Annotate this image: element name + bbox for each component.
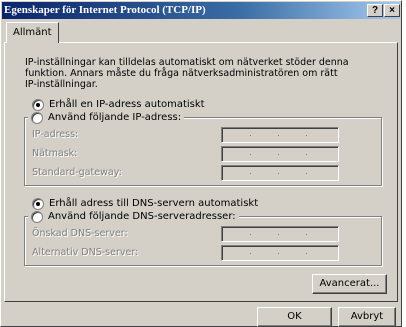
ip-address-field[interactable] (221, 127, 339, 143)
dns-auto-radio[interactable] (32, 197, 44, 210)
ip-address-label: IP-adress: (32, 129, 79, 140)
dns-manual-radio[interactable] (31, 210, 43, 223)
dns-auto-option[interactable]: Erhåll adress till DNS-servern automatis… (32, 197, 258, 210)
preferred-dns-label: Önskad DNS-server: (32, 228, 128, 239)
preferred-dns-field[interactable] (221, 226, 339, 242)
ip-manual-label: Använd följande IP-adress: (48, 112, 182, 123)
alternate-dns-label: Alternativ DNS-server: (32, 247, 139, 258)
subnet-mask-label: Nätmask: (32, 148, 78, 159)
advanced-button[interactable]: Avancerat... (312, 274, 387, 294)
default-gateway-field[interactable] (221, 165, 339, 181)
dns-manual-label: Använd följande DNS-serveradresser: (48, 211, 236, 222)
help-button[interactable]: ? (367, 4, 383, 17)
close-button[interactable]: × (384, 4, 400, 17)
ip-auto-label: Erhåll en IP-adress automatiskt (49, 99, 205, 110)
alternate-dns-field[interactable] (221, 245, 339, 261)
intro-text: IP-inställningar kan tilldelas automatis… (25, 57, 355, 90)
tcpip-properties-dialog: Egenskaper för Internet Protocol (TCP/IP… (0, 0, 402, 327)
dns-auto-label: Erhåll adress till DNS-servern automatis… (49, 198, 259, 209)
ip-auto-option[interactable]: Erhåll en IP-adress automatiskt (32, 98, 205, 111)
intro-line: funktion. Annars måste du fråga nätverks… (25, 68, 338, 79)
intro-line: IP-inställningar. (25, 79, 98, 90)
ip-manual-radio[interactable] (31, 111, 43, 124)
title-bar[interactable]: Egenskaper för Internet Protocol (TCP/IP… (2, 2, 400, 19)
cancel-button[interactable]: Avbryt (338, 307, 396, 327)
default-gateway-label: Standard-gateway: (32, 167, 122, 178)
subnet-mask-field[interactable] (221, 146, 339, 162)
dns-manual-option[interactable]: Använd följande DNS-serveradresser: (28, 210, 239, 223)
ip-manual-option[interactable]: Använd följande IP-adress: (28, 111, 185, 124)
window-title: Egenskaper för Internet Protocol (TCP/IP… (4, 4, 206, 16)
intro-line: IP-inställningar kan tilldelas automatis… (25, 57, 349, 68)
tab-general[interactable]: Allmänt (6, 22, 59, 43)
ip-auto-radio[interactable] (32, 98, 44, 111)
ok-button[interactable]: OK (257, 307, 332, 327)
